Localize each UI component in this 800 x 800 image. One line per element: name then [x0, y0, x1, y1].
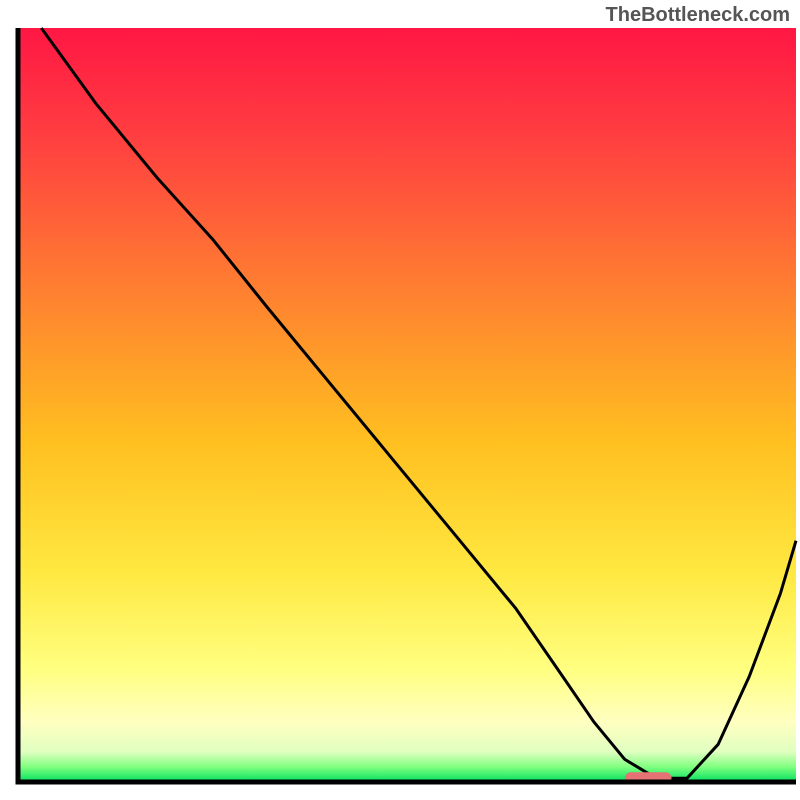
chart-container: TheBottleneck.com [0, 0, 800, 800]
bottleneck-chart [0, 0, 800, 800]
gradient-background [18, 28, 796, 782]
watermark-text: TheBottleneck.com [606, 4, 790, 27]
